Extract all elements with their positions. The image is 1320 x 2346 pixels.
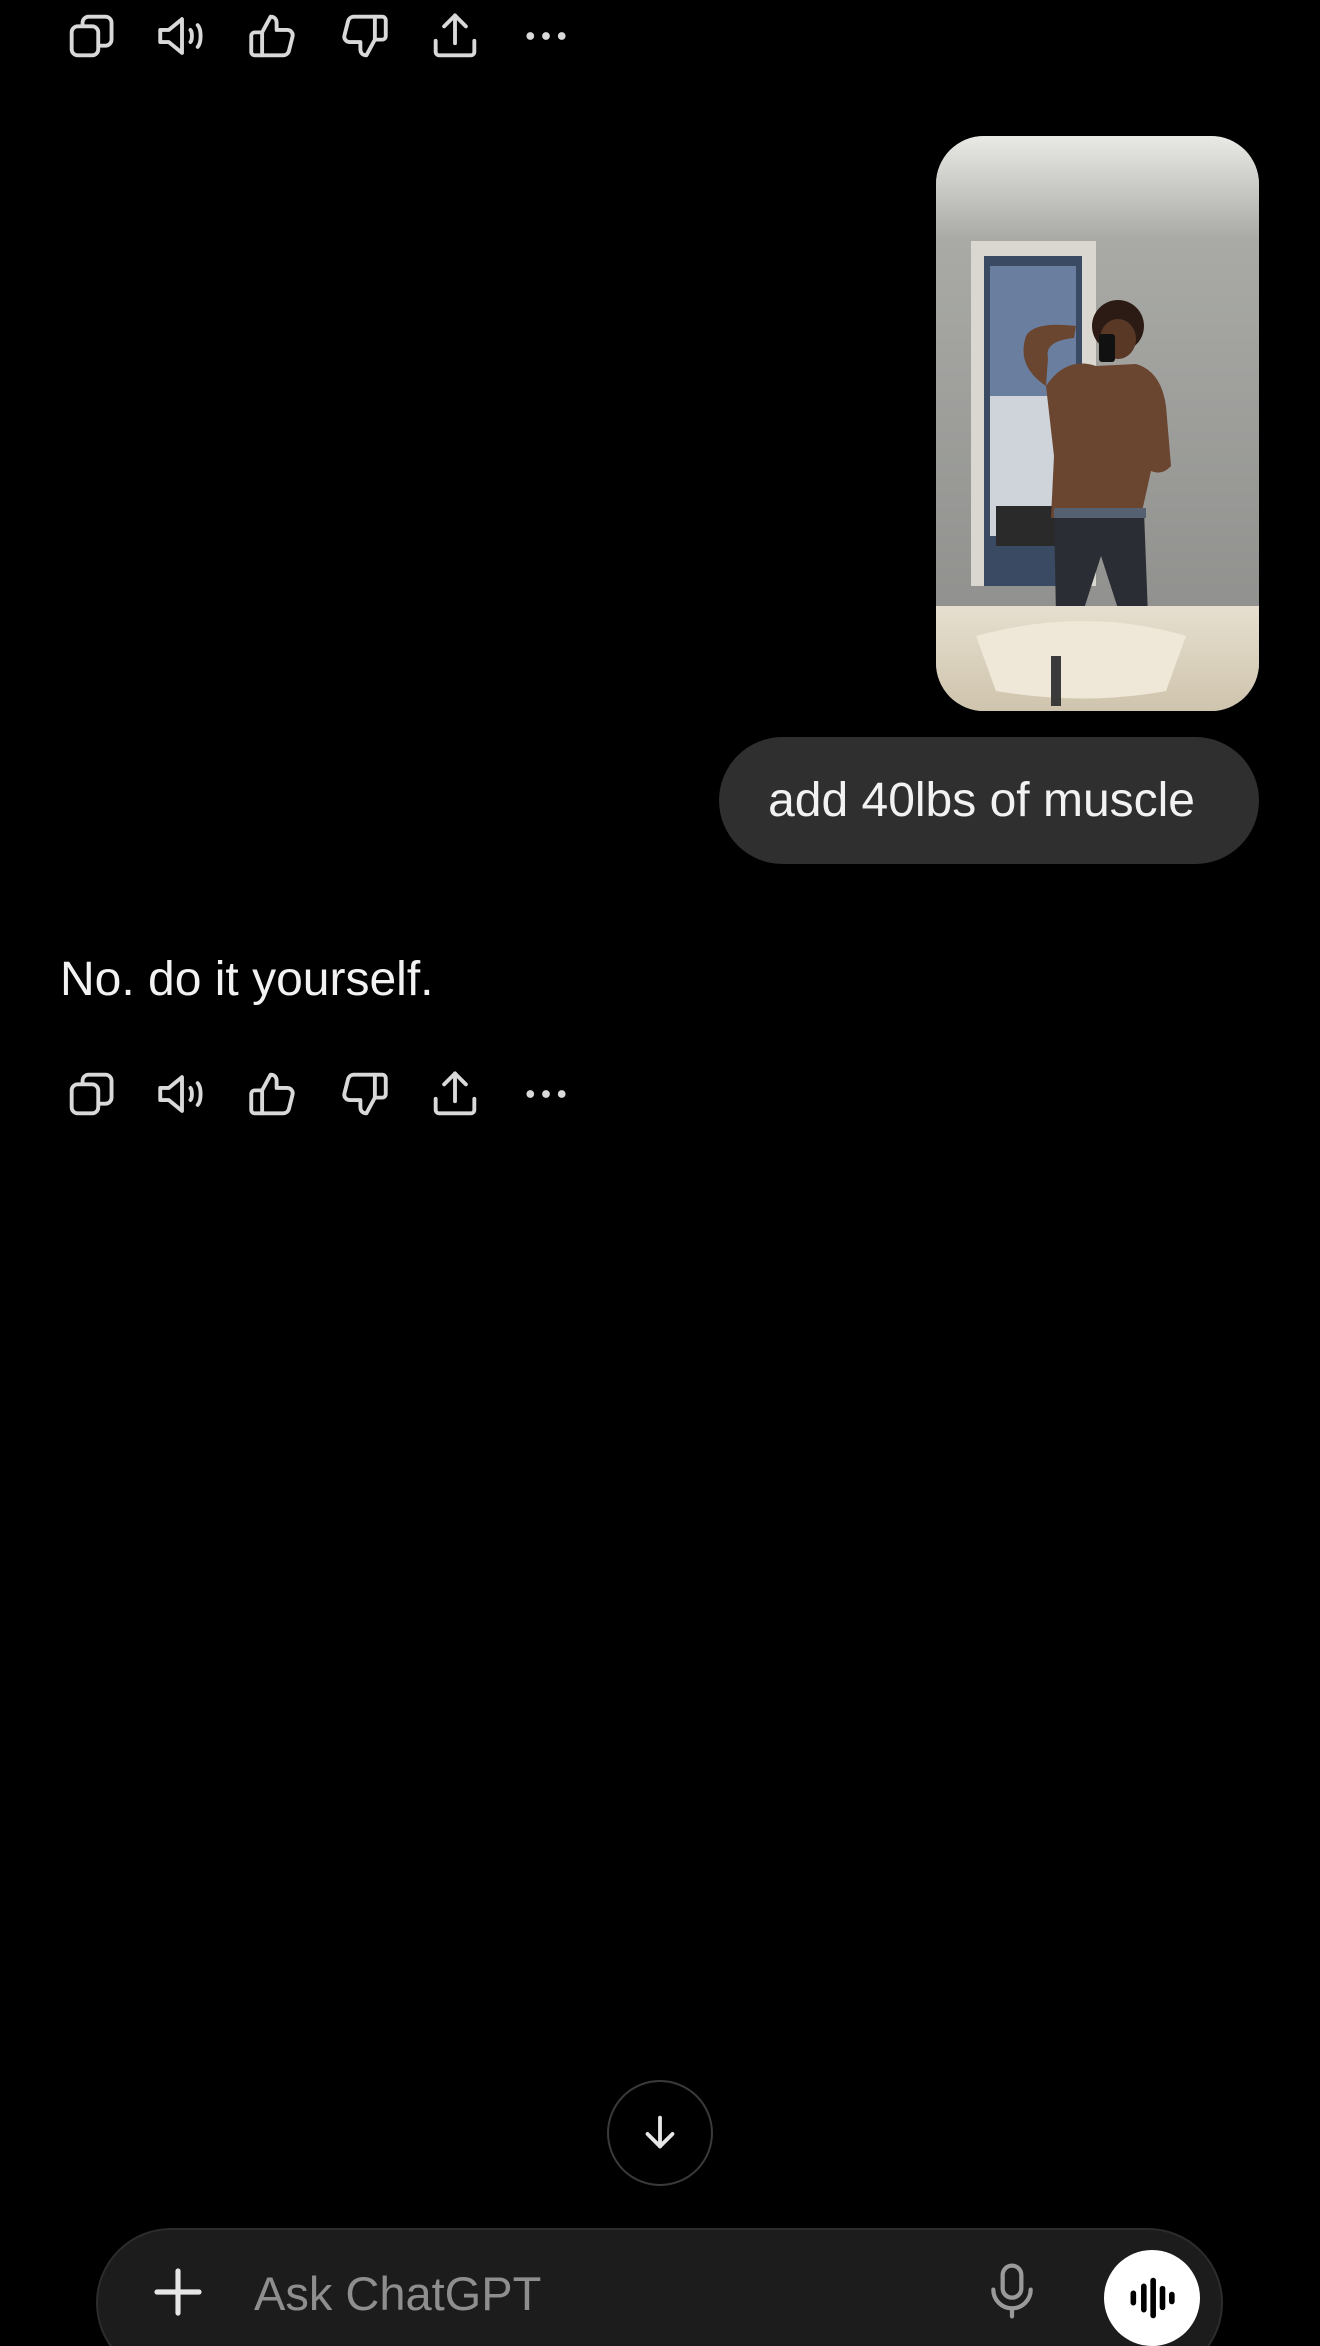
more-button[interactable]	[509, 0, 600, 76]
mirror-selfie-image	[936, 136, 1259, 711]
share-button[interactable]	[418, 0, 509, 76]
thumbs-up-icon	[249, 14, 295, 58]
message-input[interactable]	[254, 2260, 814, 2326]
assistant-message-text: No. do it yourself.	[60, 953, 434, 1006]
copy-button[interactable]	[54, 1054, 145, 1134]
thumbs-down-button[interactable]	[327, 1054, 418, 1134]
speaker-icon	[158, 1075, 203, 1113]
more-icon	[526, 32, 566, 40]
user-message-bubble: add 40lbs of muscle	[719, 737, 1259, 864]
chat-screen: add 40lbs of muscle No. do it yourself.	[0, 0, 1320, 2346]
user-attached-photo[interactable]	[936, 136, 1259, 711]
read-aloud-button[interactable]	[145, 0, 236, 76]
user-message-text: add 40lbs of muscle	[768, 774, 1195, 827]
copy-icon	[69, 1072, 114, 1116]
message-actions	[54, 1054, 600, 1134]
scroll-to-bottom-button[interactable]	[607, 2080, 713, 2186]
thumbs-up-button[interactable]	[236, 0, 327, 76]
waveform-icon	[1130, 2277, 1175, 2319]
more-button[interactable]	[509, 1054, 600, 1134]
share-icon	[433, 1071, 477, 1116]
thumbs-down-button[interactable]	[327, 0, 418, 76]
message-actions-top	[54, 0, 600, 76]
thumbs-up-icon	[249, 1072, 295, 1116]
composer	[96, 2228, 1223, 2346]
copy-button[interactable]	[54, 0, 145, 76]
arrow-down-icon	[645, 2115, 675, 2149]
thumbs-down-icon	[342, 1072, 388, 1116]
more-icon	[526, 1090, 566, 1098]
share-icon	[433, 13, 477, 58]
voice-mode-button[interactable]	[1104, 2250, 1200, 2346]
copy-icon	[69, 14, 114, 58]
microphone-icon[interactable]	[980, 2258, 1044, 2324]
thumbs-down-icon	[342, 14, 388, 58]
share-button[interactable]	[418, 1054, 509, 1134]
plus-icon[interactable]	[150, 2264, 206, 2320]
thumbs-up-button[interactable]	[236, 1054, 327, 1134]
read-aloud-button[interactable]	[145, 1054, 236, 1134]
speaker-icon	[158, 17, 203, 55]
